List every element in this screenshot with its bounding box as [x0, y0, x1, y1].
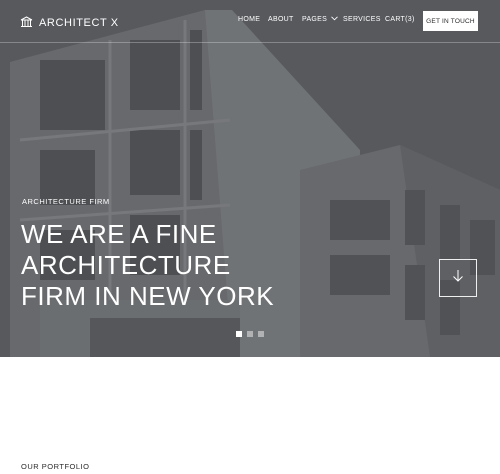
hero-section: ARCHITECT X HOME ABOUT PAGES SERVICES CA… [0, 0, 500, 357]
hero-headline-line: ARCHITECTURE [21, 250, 231, 280]
nav-link-services[interactable]: SERVICES [343, 16, 381, 23]
slide-dot-3[interactable] [258, 331, 264, 337]
slide-dot-1[interactable] [236, 331, 242, 337]
portfolio-section-label: OUR PORTFOLIO [21, 462, 90, 471]
nav-link-home[interactable]: HOME [238, 16, 260, 23]
nav-link-about[interactable]: ABOUT [268, 16, 294, 23]
chevron-down-icon [331, 16, 339, 23]
arrow-down-icon [452, 269, 464, 288]
slider-pagination [236, 331, 264, 337]
nav-link-pages[interactable]: PAGES [302, 16, 339, 23]
building-columns-icon [20, 14, 33, 32]
brand-logo[interactable]: ARCHITECT X [20, 14, 119, 32]
hero-headline-line: FIRM IN NEW YORK [21, 281, 275, 311]
hero-headline: WE ARE A FINE ARCHITECTURE FIRM IN NEW Y… [21, 219, 274, 312]
scroll-down-button[interactable] [439, 259, 477, 297]
top-navigation: ARCHITECT X HOME ABOUT PAGES SERVICES CA… [0, 0, 500, 43]
hero-eyebrow: ARCHITECTURE FIRM [22, 197, 110, 206]
nav-link-cart[interactable]: CART(3) [385, 16, 415, 23]
hero-headline-line: WE ARE A FINE [21, 219, 217, 249]
slide-dot-2[interactable] [247, 331, 253, 337]
nav-link-pages-label: PAGES [302, 16, 328, 23]
brand-name: ARCHITECT X [39, 17, 119, 29]
get-in-touch-button[interactable]: GET IN TOUCH [423, 11, 478, 31]
